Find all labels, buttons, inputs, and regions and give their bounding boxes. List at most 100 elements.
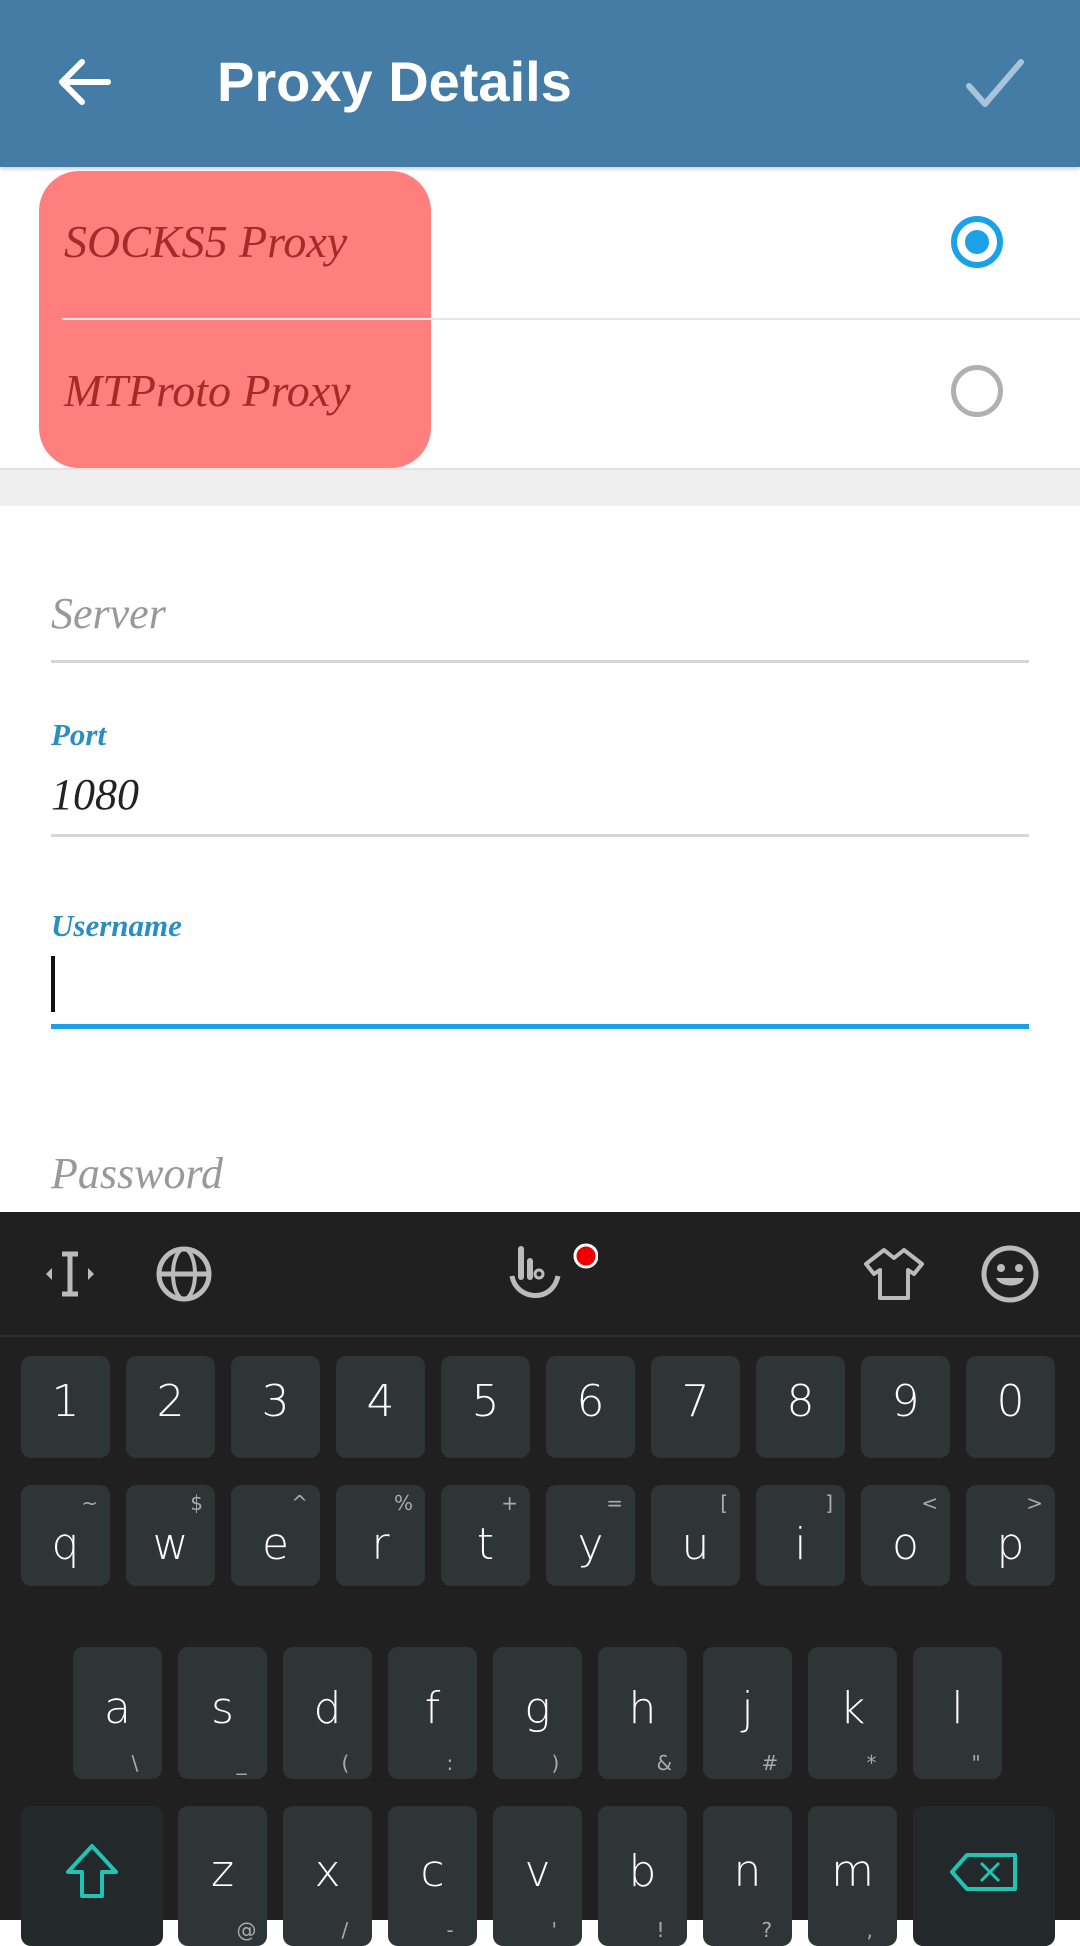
- proxy-type-socks5[interactable]: SOCKS5 Proxy: [0, 171, 1080, 320]
- key-hint: [: [720, 1491, 728, 1515]
- key-hint: ': [551, 1918, 558, 1942]
- key-q[interactable]: q ~: [21, 1485, 110, 1586]
- key-label: c: [420, 1846, 445, 1897]
- key-hint: _: [236, 1751, 247, 1775]
- key-label: d: [313, 1683, 342, 1734]
- port-field[interactable]: Port 1080: [51, 715, 1029, 840]
- radio-selected[interactable]: [951, 216, 1003, 268]
- key-label: r: [371, 1519, 390, 1570]
- cursor-move-icon[interactable]: [38, 1242, 102, 1306]
- key-label: z: [210, 1846, 235, 1897]
- key-l[interactable]: l ": [913, 1647, 1002, 1779]
- key-r[interactable]: r%: [336, 1485, 425, 1586]
- key-hint: ": [971, 1751, 981, 1775]
- key-label: h: [628, 1683, 657, 1734]
- key-0[interactable]: 0: [966, 1356, 1055, 1458]
- port-label: Port: [51, 717, 107, 752]
- key-p[interactable]: p >: [966, 1485, 1055, 1586]
- globe-icon[interactable]: [152, 1242, 216, 1306]
- key-hint: <: [921, 1491, 938, 1515]
- key-label: i: [794, 1519, 807, 1570]
- key-9[interactable]: 9: [861, 1356, 950, 1458]
- key-label: 1: [51, 1376, 80, 1427]
- backspace-key[interactable]: [913, 1806, 1055, 1946]
- key-hint: >: [1026, 1491, 1043, 1515]
- key-label: a: [104, 1683, 131, 1734]
- key-hint: $: [190, 1491, 203, 1515]
- username-label: Username: [51, 908, 182, 943]
- key-z[interactable]: z @: [178, 1806, 267, 1946]
- key-label: k: [839, 1683, 866, 1734]
- keyboard: 1 2 3 4 5 6 7 8 9 0 q ~ w $ e ^ r% t + y = u[i] o < p > a \ s _ d(f: g)…: [0, 1212, 1080, 1946]
- key-t[interactable]: t +: [441, 1485, 530, 1586]
- key-4[interactable]: 4: [336, 1356, 425, 1458]
- key-i[interactable]: i]: [756, 1485, 845, 1586]
- key-m[interactable]: m,: [808, 1806, 897, 1946]
- section-divider: [0, 468, 1080, 506]
- key-v[interactable]: v ': [493, 1806, 582, 1946]
- key-label: o: [892, 1519, 919, 1570]
- key-label: t: [476, 1519, 495, 1570]
- key-x[interactable]: x /: [283, 1806, 372, 1946]
- key-5[interactable]: 5: [441, 1356, 530, 1458]
- key-1[interactable]: 1: [21, 1356, 110, 1458]
- key-label: l: [951, 1683, 964, 1734]
- key-u[interactable]: u[: [651, 1485, 740, 1586]
- key-y[interactable]: y =: [546, 1485, 635, 1586]
- theme-shirt-icon[interactable]: [862, 1242, 926, 1306]
- key-label: n: [733, 1846, 762, 1897]
- key-h[interactable]: h &: [598, 1647, 687, 1779]
- key-s[interactable]: s _: [178, 1647, 267, 1779]
- key-hint: -: [446, 1918, 454, 1942]
- key-label: g: [524, 1683, 551, 1734]
- key-label: 6: [576, 1376, 605, 1427]
- server-field[interactable]: Server: [51, 580, 1029, 665]
- arrow-left-icon[interactable]: [52, 50, 116, 114]
- key-label: u: [681, 1519, 710, 1570]
- key-3[interactable]: 3: [231, 1356, 320, 1458]
- emoji-icon[interactable]: [978, 1242, 1042, 1306]
- key-hint: @: [236, 1918, 257, 1942]
- shift-arrow-icon: [66, 1844, 118, 1898]
- key-n[interactable]: n?: [703, 1806, 792, 1946]
- port-value: 1080: [51, 770, 139, 819]
- key-j[interactable]: j #: [703, 1647, 792, 1779]
- radio-unselected[interactable]: [951, 365, 1003, 417]
- key-a[interactable]: a \: [73, 1647, 162, 1779]
- field-underline: [51, 834, 1029, 837]
- key-hint: ]: [825, 1491, 833, 1515]
- key-label: 3: [261, 1376, 290, 1427]
- key-f[interactable]: f:: [388, 1647, 477, 1779]
- key-e[interactable]: e ^: [231, 1485, 320, 1586]
- key-hint: %: [393, 1491, 413, 1515]
- key-g[interactable]: g): [493, 1647, 582, 1779]
- key-8[interactable]: 8: [756, 1356, 845, 1458]
- key-o[interactable]: o <: [861, 1485, 950, 1586]
- username-field[interactable]: Username: [51, 906, 1029, 1031]
- key-hint: :: [446, 1751, 454, 1775]
- touchpal-logo-icon[interactable]: [508, 1242, 598, 1306]
- key-hint: ?: [761, 1918, 773, 1942]
- check-icon[interactable]: [965, 56, 1025, 112]
- proxy-type-label: SOCKS5 Proxy: [64, 216, 348, 267]
- proxy-type-mtproto[interactable]: MTProto Proxy: [0, 320, 1080, 468]
- key-d[interactable]: d(: [283, 1647, 372, 1779]
- key-label: x: [314, 1846, 341, 1897]
- key-label: b: [628, 1846, 657, 1897]
- key-c[interactable]: c-: [388, 1806, 477, 1946]
- backspace-icon: [950, 1853, 1017, 1891]
- key-k[interactable]: k *: [808, 1647, 897, 1779]
- password-placeholder: Password: [51, 1149, 223, 1198]
- shift-key[interactable]: [21, 1806, 163, 1946]
- key-label: q: [51, 1519, 80, 1570]
- key-hint: ): [551, 1751, 560, 1775]
- key-2[interactable]: 2: [126, 1356, 215, 1458]
- key-b[interactable]: b!: [598, 1806, 687, 1946]
- password-field[interactable]: Password: [51, 1140, 1029, 1210]
- key-6[interactable]: 6: [546, 1356, 635, 1458]
- keyboard-toolbar: [0, 1212, 1080, 1337]
- key-hint: +: [501, 1491, 518, 1515]
- key-w[interactable]: w $: [126, 1485, 215, 1586]
- key-7[interactable]: 7: [651, 1356, 740, 1458]
- app-bar: Proxy Details: [0, 0, 1080, 167]
